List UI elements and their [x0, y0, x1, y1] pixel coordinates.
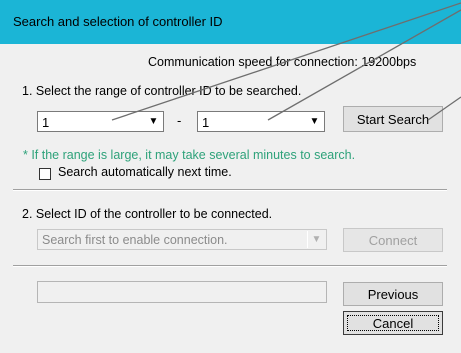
start-search-button[interactable]: Start Search: [343, 106, 443, 132]
range-separator: -: [177, 113, 182, 128]
divider: [13, 189, 447, 191]
dialog-body: Communication speed for connection: 1920…: [0, 44, 461, 353]
divider: [13, 265, 447, 267]
step2-label: 2. Select ID of the controller to be con…: [22, 207, 273, 221]
comm-speed-label: Communication speed for connection: 1920…: [148, 55, 417, 69]
status-field: [37, 281, 327, 303]
controller-id-placeholder: Search first to enable connection.: [42, 233, 228, 247]
step1-label: 1. Select the range of controller ID to …: [22, 84, 302, 98]
chevron-down-icon[interactable]: ▼: [144, 113, 162, 130]
previous-button[interactable]: Previous: [343, 282, 443, 306]
range-from-dropdown[interactable]: 1 ▼: [37, 111, 164, 132]
chevron-down-icon[interactable]: ▼: [305, 113, 323, 130]
auto-search-checkbox[interactable]: [39, 168, 51, 180]
search-time-note: * If the range is large, it may take sev…: [23, 148, 356, 162]
cancel-button[interactable]: Cancel: [343, 311, 443, 335]
range-from-value: 1: [42, 115, 50, 130]
chevron-down-icon[interactable]: ▼: [307, 231, 325, 248]
connect-button[interactable]: Connect: [343, 228, 443, 252]
controller-id-select[interactable]: Search first to enable connection. ▼: [37, 229, 327, 250]
range-to-dropdown[interactable]: 1 ▼: [197, 111, 325, 132]
auto-search-label: Search automatically next time.: [58, 165, 232, 179]
window-title: Search and selection of controller ID: [13, 14, 223, 29]
focus-rectangle: [347, 315, 439, 331]
range-to-value: 1: [202, 115, 210, 130]
title-bar: Search and selection of controller ID: [0, 0, 461, 44]
